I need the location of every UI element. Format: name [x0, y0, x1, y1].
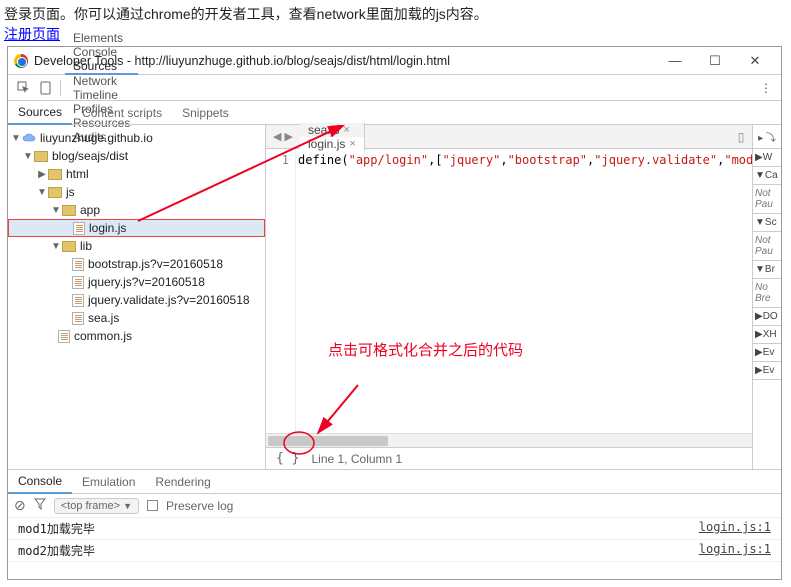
console-source-link[interactable]: login.js:1 — [699, 542, 771, 559]
tree-domain-label: liuyunzhuge.github.io — [40, 131, 153, 145]
debugger-controls[interactable]: ▸ ⤵ — [753, 125, 781, 149]
toolbar-more-icon[interactable]: ⋮ — [755, 75, 777, 100]
console-drawer: ConsoleEmulationRendering ⊘ <top frame>▼… — [8, 469, 781, 579]
editor-status-bar: { } Line 1, Column 1 — [266, 447, 752, 469]
cursor-position: Line 1, Column 1 — [311, 452, 402, 466]
horizontal-scrollbar[interactable] — [266, 433, 752, 447]
folder-icon — [48, 169, 62, 180]
chrome-icon — [14, 54, 28, 68]
debugger-sidebar: ▸ ⤵ ▶W▼CaNot Pau▼ScNot Pau▼BrNo Bre▶DO▶X… — [753, 125, 781, 469]
code-line: define("app/login",["jquery","bootstrap"… — [298, 153, 752, 167]
sources-subtab[interactable]: Sources — [8, 102, 72, 125]
line-number: 1 — [266, 149, 296, 447]
close-icon[interactable]: × — [349, 138, 355, 150]
close-button[interactable]: ✕ — [735, 50, 775, 72]
debugger-section[interactable]: ▶XH — [753, 326, 781, 344]
folder-icon — [62, 205, 76, 216]
console-source-link[interactable]: login.js:1 — [699, 520, 771, 537]
register-link[interactable]: 注册页面 — [4, 24, 60, 44]
tree-root-folder[interactable]: ▼blog/seajs/dist — [8, 147, 265, 165]
debugger-section[interactable]: Not Pau — [753, 232, 781, 261]
devtools-window: Developer Tools - http://liuyunzhuge.git… — [7, 46, 782, 580]
debugger-section[interactable]: ▶DO — [753, 308, 781, 326]
tree-lib-file[interactable]: jquery.validate.js?v=20160518 — [8, 291, 265, 309]
tree-lib-folder[interactable]: ▼lib — [8, 237, 265, 255]
drawer-tab[interactable]: Console — [8, 471, 72, 494]
tree-lib-file[interactable]: sea.js — [8, 309, 265, 327]
sources-subtabs: SourcesContent scriptsSnippets — [8, 101, 781, 125]
page-intro-text: 登录页面。你可以通过chrome的开发者工具，查看network里面加载的js内… — [0, 0, 791, 24]
panel-tab-timeline[interactable]: Timeline — [65, 88, 138, 102]
code-area[interactable]: 1 define("app/login",["jquery","bootstra… — [266, 149, 752, 447]
panel-tab-network[interactable]: Network — [65, 74, 138, 88]
console-toolbar: ⊘ <top frame>▼ Preserve log — [8, 494, 781, 518]
editor-tabs: ◀ ▶ sea.js×login.js× ▯ — [266, 125, 752, 149]
filter-icon[interactable] — [34, 498, 46, 513]
maximize-button[interactable]: ☐ — [695, 50, 735, 72]
close-icon[interactable]: × — [343, 124, 349, 136]
file-icon — [72, 294, 84, 307]
folder-icon — [48, 187, 62, 198]
device-icon[interactable] — [34, 75, 56, 100]
debugger-section[interactable]: No Bre — [753, 279, 781, 308]
folder-icon — [62, 241, 76, 252]
tree-html-folder[interactable]: ▶html — [8, 165, 265, 183]
file-icon — [73, 222, 85, 235]
inspect-icon[interactable] — [12, 75, 34, 100]
file-icon — [72, 258, 84, 271]
minimize-button[interactable]: — — [655, 50, 695, 72]
console-row: mod2加载完毕 login.js:1 — [8, 540, 781, 562]
console-message: mod1加载完毕 — [18, 520, 95, 537]
console-row: mod1加载完毕 login.js:1 — [8, 518, 781, 540]
debugger-section[interactable]: ▼Ca — [753, 167, 781, 185]
file-icon — [72, 276, 84, 289]
drawer-tab[interactable]: Rendering — [145, 470, 220, 493]
file-icon — [58, 330, 70, 343]
tree-common-file[interactable]: common.js — [8, 327, 265, 345]
pretty-print-button[interactable]: { } — [272, 451, 303, 466]
file-tree[interactable]: ▼ liuyunzhuge.github.io ▼blog/seajs/dist… — [8, 125, 266, 469]
debugger-section[interactable]: ▶Ev — [753, 362, 781, 380]
tree-js-folder[interactable]: ▼js — [8, 183, 265, 201]
frame-selector[interactable]: <top frame>▼ — [54, 498, 139, 514]
sources-subtab[interactable]: Snippets — [172, 101, 239, 124]
console-message: mod2加载完毕 — [18, 542, 95, 559]
tree-login-file[interactable]: login.js — [8, 219, 265, 237]
debugger-section[interactable]: ▶Ev — [753, 344, 781, 362]
drawer-tab[interactable]: Emulation — [72, 470, 145, 493]
editor-nav-arrows[interactable]: ◀ ▶ — [266, 130, 300, 143]
editor-tab[interactable]: sea.js× — [300, 123, 365, 137]
sources-panel: SourcesContent scriptsSnippets ▼ liuyunz… — [8, 101, 781, 469]
tree-lib-file[interactable]: bootstrap.js?v=20160518 — [8, 255, 265, 273]
drawer-tabs: ConsoleEmulationRendering — [8, 470, 781, 494]
tree-lib-file[interactable]: jquery.js?v=20160518 — [8, 273, 265, 291]
debugger-section[interactable]: Not Pau — [753, 185, 781, 214]
tree-domain-row[interactable]: ▼ liuyunzhuge.github.io — [8, 129, 265, 147]
debugger-section[interactable]: ▶W — [753, 149, 781, 167]
editor-area: ◀ ▶ sea.js×login.js× ▯ 1 define("app/log… — [266, 125, 753, 469]
console-messages: mod1加载完毕 login.js:1 mod2加载完毕 login.js:1 — [8, 518, 781, 579]
preserve-log-checkbox[interactable] — [147, 500, 158, 511]
folder-icon — [34, 151, 48, 162]
tree-app-folder[interactable]: ▼app — [8, 201, 265, 219]
debugger-section[interactable]: ▼Sc — [753, 214, 781, 232]
sources-subtab[interactable]: Content scripts — [72, 101, 172, 124]
panel-tab-elements[interactable]: Elements — [65, 31, 138, 45]
panel-tab-console[interactable]: Console — [65, 45, 138, 59]
debugger-section[interactable]: ▼Br — [753, 261, 781, 279]
clear-console-icon[interactable]: ⊘ — [14, 497, 26, 514]
file-icon — [72, 312, 84, 325]
panel-tab-sources[interactable]: Sources — [65, 59, 138, 75]
cloud-icon — [22, 133, 36, 144]
editor-overflow-icon[interactable]: ▯ — [730, 130, 752, 144]
main-toolbar: ElementsConsoleSourcesNetworkTimelinePro… — [8, 75, 781, 101]
preserve-log-label: Preserve log — [166, 499, 233, 513]
